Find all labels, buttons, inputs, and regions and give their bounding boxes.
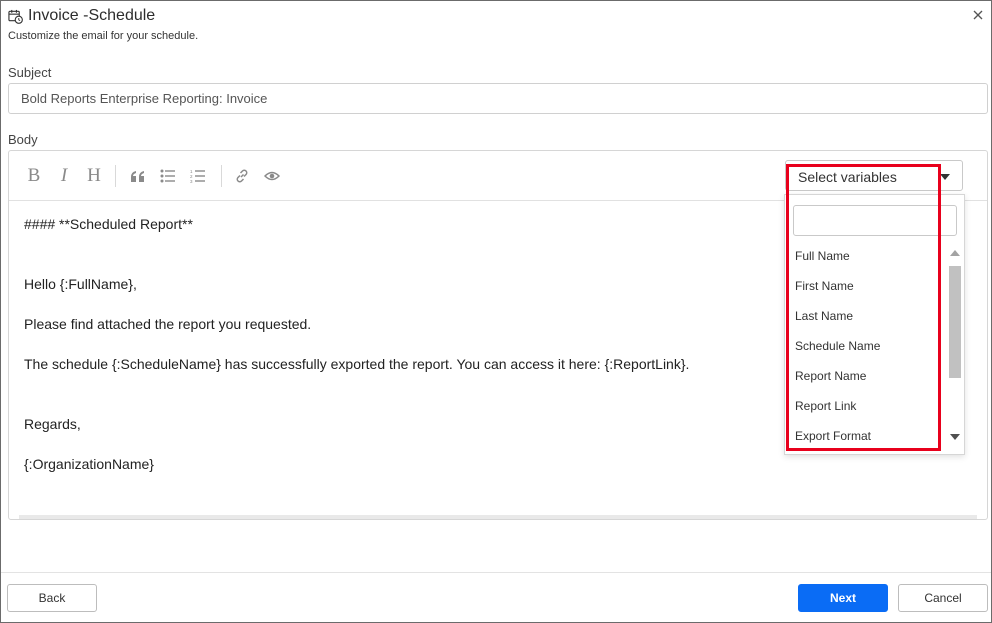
heading-icon[interactable]: H	[85, 165, 103, 186]
variable-item[interactable]: Schedule Name	[795, 339, 880, 353]
horizontal-scrollbar[interactable]	[19, 515, 977, 519]
dialog-header: Invoice -Schedule	[8, 7, 155, 25]
quote-icon[interactable]	[129, 167, 147, 185]
variable-item[interactable]: Report Name	[795, 369, 866, 383]
body-line: Hello {:FullName},	[24, 276, 137, 292]
close-icon[interactable]	[971, 8, 985, 22]
ordered-list-icon[interactable]: 1 2 3	[189, 167, 207, 185]
preview-icon[interactable]	[263, 167, 281, 185]
variable-item[interactable]: Export Format	[795, 429, 871, 443]
body-line: Please find attached the report you requ…	[24, 316, 312, 332]
select-variables-label: Select variables	[798, 169, 897, 185]
body-line: Regards,	[24, 416, 81, 432]
body-line: The schedule {:ScheduleName} has success…	[24, 356, 690, 372]
subject-input[interactable]	[8, 83, 988, 114]
cancel-button[interactable]: Cancel	[898, 584, 988, 612]
variable-item[interactable]: Full Name	[795, 249, 850, 263]
bold-icon[interactable]: B	[25, 165, 43, 186]
calendar-clock-icon	[8, 9, 23, 24]
toolbar-divider	[115, 165, 116, 187]
body-line: #### **Scheduled Report**	[24, 216, 193, 232]
svg-text:3: 3	[190, 179, 193, 183]
scroll-up-icon[interactable]	[950, 250, 960, 256]
variable-item[interactable]: Report Link	[795, 399, 856, 413]
variable-item[interactable]: First Name	[795, 279, 854, 293]
select-variables-dropdown[interactable]: Select variables	[785, 160, 963, 191]
schedule-dialog: Invoice -Schedule Customize the email fo…	[0, 0, 992, 623]
variables-search-input[interactable]	[793, 205, 957, 236]
dialog-title: Invoice -Schedule	[28, 7, 156, 24]
back-button[interactable]: Back	[7, 584, 97, 612]
toolbar-divider	[221, 165, 222, 187]
variables-popup: Full Name First Name Last Name Schedule …	[784, 194, 965, 455]
footer-divider	[1, 572, 991, 573]
scrollbar-thumb[interactable]	[949, 266, 961, 378]
chevron-down-icon	[940, 174, 950, 180]
subject-label: Subject	[8, 65, 52, 80]
unordered-list-icon[interactable]	[159, 167, 177, 185]
body-label: Body	[8, 132, 38, 147]
link-icon[interactable]	[233, 167, 251, 185]
dialog-subtitle: Customize the email for your schedule.	[8, 30, 199, 42]
next-button[interactable]: Next	[798, 584, 888, 612]
dropdown-scrollbar[interactable]	[948, 245, 962, 450]
variable-item[interactable]: Last Name	[795, 309, 853, 323]
italic-icon[interactable]: I	[55, 165, 73, 186]
body-line: {:OrganizationName}	[24, 456, 154, 472]
scroll-down-icon[interactable]	[950, 434, 960, 440]
